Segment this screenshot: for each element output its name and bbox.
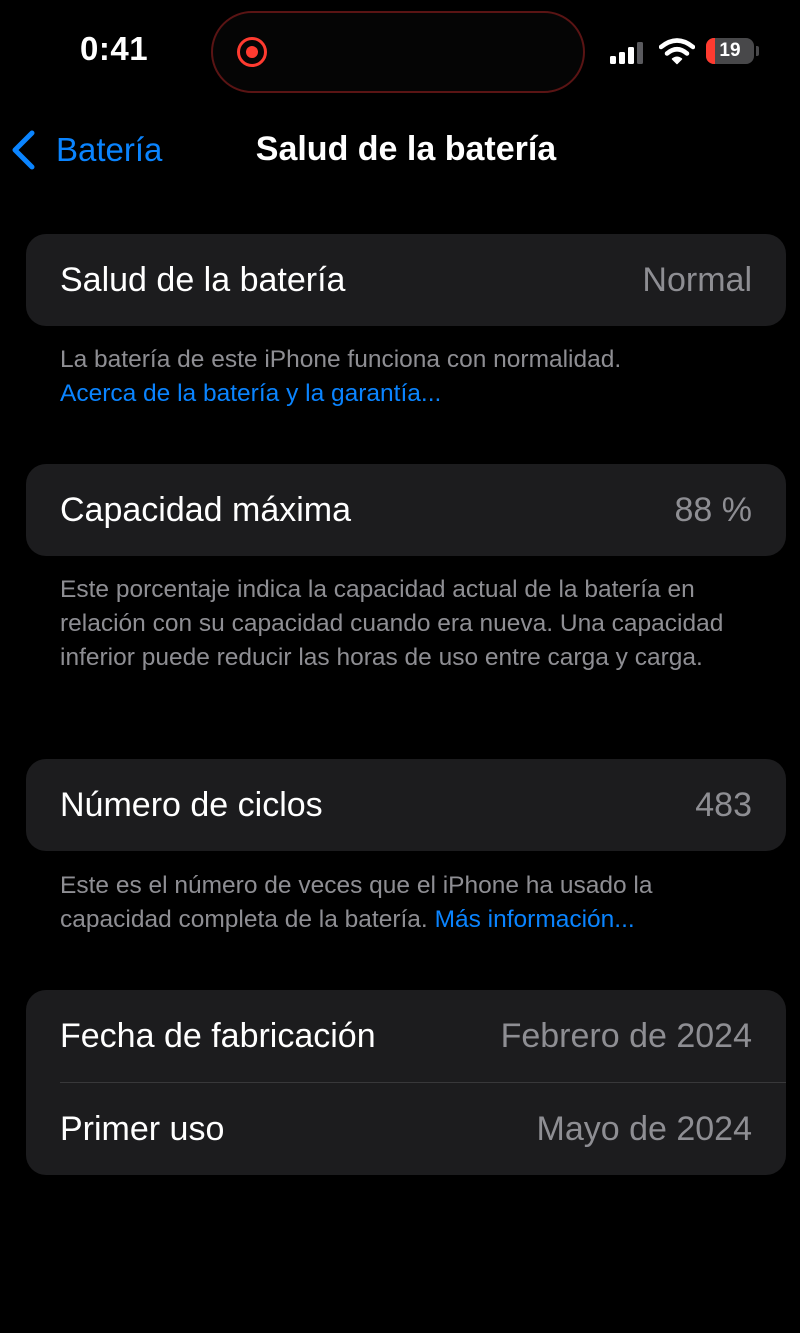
cycle-count-row: Número de ciclos 483 — [26, 759, 786, 851]
maximum-capacity-footnote: Este porcentaje indica la capacidad actu… — [60, 576, 724, 671]
battery-dates-card: Fecha de fabricación Febrero de 2024 Pri… — [26, 990, 786, 1175]
status-time: 0:41 — [80, 30, 149, 67]
cellular-signal-icon — [610, 40, 646, 64]
battery-health-card: Salud de la batería Normal — [26, 234, 786, 326]
battery-tip — [756, 46, 759, 56]
more-info-link[interactable]: Más información... — [435, 906, 635, 933]
status-bar: 0:41 19 — [0, 0, 800, 100]
battery-health-label: Salud de la batería — [60, 260, 346, 299]
manufacture-date-row: Fecha de fabricación Febrero de 2024 — [26, 990, 786, 1082]
cycle-count-label: Número de ciclos — [60, 785, 323, 824]
navigation-bar: Batería Salud de la batería — [0, 110, 800, 190]
wifi-icon — [659, 38, 695, 65]
cycle-count-card: Número de ciclos 483 — [26, 759, 786, 851]
battery-health-row: Salud de la batería Normal — [26, 234, 786, 326]
battery-percentage: 19 — [719, 40, 741, 61]
maximum-capacity-row: Capacidad máxima 88 % — [26, 464, 786, 556]
maximum-capacity-card: Capacidad máxima 88 % — [26, 464, 786, 556]
maximum-capacity-label: Capacidad máxima — [60, 490, 352, 529]
battery-health-footnote: La batería de este iPhone funciona con n… — [60, 343, 760, 411]
page-title: Salud de la batería — [255, 130, 557, 168]
battery-health-value: Normal — [642, 260, 752, 299]
battery-warranty-link[interactable]: Acerca de la batería y la garantía... — [60, 380, 441, 407]
cycle-count-footnote: Este es el número de veces que el iPhone… — [60, 869, 770, 937]
cycle-count-value: 483 — [695, 785, 752, 824]
first-use-label: Primer uso — [60, 1109, 225, 1148]
dynamic-island[interactable] — [211, 11, 585, 93]
maximum-capacity-value: 88 % — [674, 490, 753, 529]
battery-icon: 19 — [706, 38, 754, 64]
first-use-value: Mayo de 2024 — [536, 1109, 753, 1148]
battery-health-description: La batería de este iPhone funciona con n… — [60, 346, 622, 373]
first-use-row: Primer uso Mayo de 2024 — [26, 1083, 786, 1175]
manufacture-date-value: Febrero de 2024 — [500, 1016, 752, 1055]
recording-indicator-icon — [237, 37, 267, 67]
manufacture-date-label: Fecha de fabricación — [60, 1016, 376, 1055]
